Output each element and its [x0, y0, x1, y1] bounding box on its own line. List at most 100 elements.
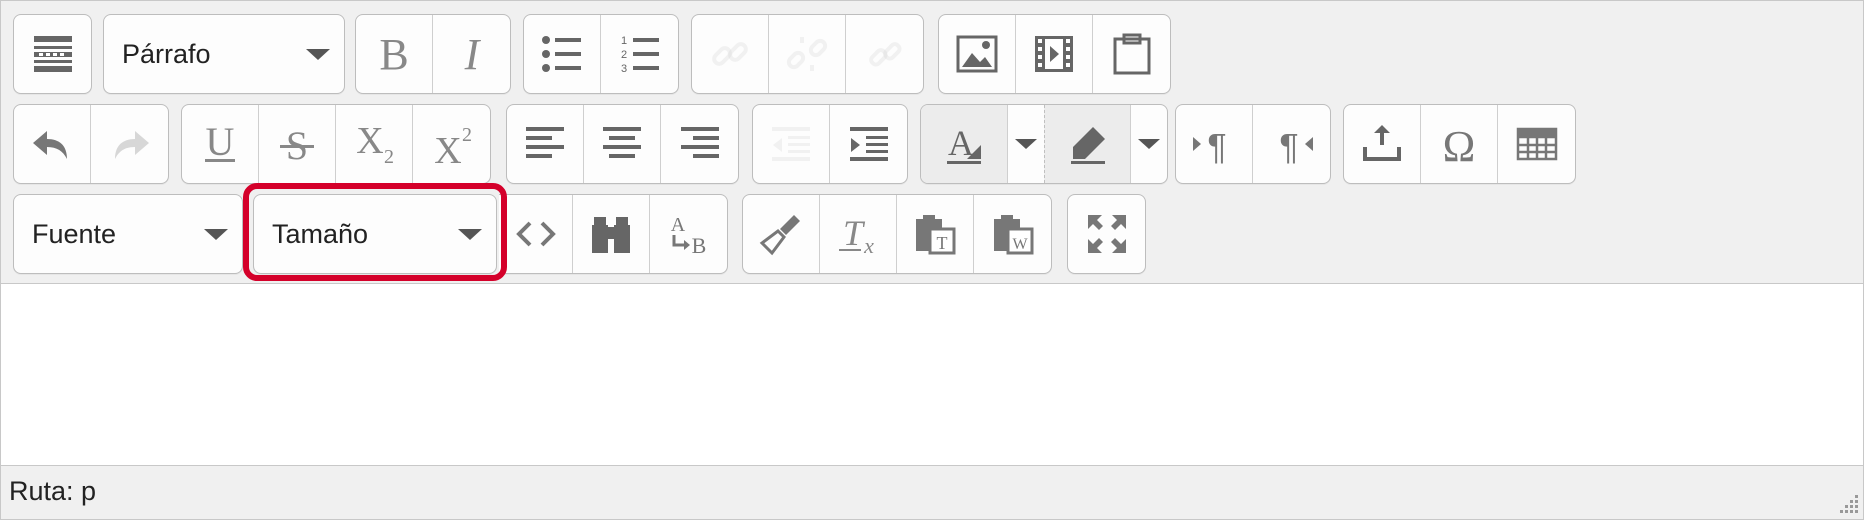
- link-icon: [712, 42, 748, 66]
- outdent-button[interactable]: [753, 105, 830, 183]
- toolbar-group-links: [691, 14, 924, 94]
- svg-text:3: 3: [621, 63, 627, 75]
- italic-button[interactable]: I: [433, 15, 510, 93]
- background-color-button[interactable]: [1044, 105, 1131, 183]
- align-right-icon: [680, 127, 719, 158]
- remove-format-button[interactable]: Tx: [820, 195, 897, 273]
- special-char-icon: Ω: [1443, 122, 1476, 167]
- svg-text:B: B: [379, 31, 408, 77]
- font-select[interactable]: Fuente: [13, 194, 243, 274]
- svg-text:¶: ¶: [1279, 126, 1298, 167]
- ltr-button[interactable]: ¶: [1176, 105, 1253, 183]
- numbered-list-icon: 1 2 3: [621, 35, 659, 75]
- link-button[interactable]: [692, 15, 769, 93]
- toolbar-group-insert: [938, 14, 1171, 94]
- paste-text-button[interactable]: T: [897, 195, 974, 273]
- unlink-button[interactable]: [769, 15, 846, 93]
- svg-text:x: x: [863, 233, 874, 257]
- editor-statusbar: Ruta: p: [1, 466, 1863, 519]
- numbered-list-button[interactable]: 1 2 3: [601, 15, 678, 93]
- toolbar-group-align: [506, 104, 739, 184]
- toolbar-group-indent: [752, 104, 908, 184]
- remove-format-icon: Tx: [839, 213, 874, 257]
- bullet-list-icon: [542, 36, 581, 72]
- italic-icon: I: [463, 31, 481, 77]
- svg-text:2: 2: [621, 49, 627, 61]
- code-button[interactable]: [499, 195, 573, 273]
- image-button[interactable]: [939, 15, 1016, 93]
- undo-button[interactable]: [14, 105, 91, 183]
- paste-button[interactable]: [1093, 15, 1170, 93]
- ltr-icon: ¶: [1193, 126, 1227, 167]
- underline-button[interactable]: U: [182, 105, 259, 183]
- svg-text:I: I: [463, 31, 481, 77]
- align-center-icon: [603, 127, 641, 158]
- format-select[interactable]: Párrafo: [103, 14, 345, 94]
- background-color-icon: [1070, 127, 1105, 164]
- bullet-list-button[interactable]: [524, 15, 601, 93]
- toggle-toolbar-button[interactable]: [14, 15, 91, 93]
- anchor-button[interactable]: [846, 15, 923, 93]
- toolbar-group-tools: AB: [499, 194, 728, 274]
- align-right-button[interactable]: [661, 105, 738, 183]
- media-button[interactable]: [1016, 15, 1093, 93]
- toolbar-group-direction: ¶ ¶: [1175, 104, 1331, 184]
- undo-icon: [33, 131, 67, 159]
- replace-icon: AB: [670, 214, 706, 257]
- special-char-button[interactable]: Ω: [1421, 105, 1498, 183]
- outdent-icon: [772, 127, 810, 161]
- svg-text:X: X: [356, 121, 383, 162]
- indent-icon: [849, 127, 888, 161]
- svg-text:¶: ¶: [1207, 126, 1226, 167]
- table-button[interactable]: [1498, 105, 1575, 183]
- text-color-button[interactable]: A: [921, 105, 1008, 183]
- toolbar-group-lists: 1 2 3: [523, 14, 679, 94]
- superscript-button[interactable]: X2: [413, 105, 490, 183]
- indent-button[interactable]: [830, 105, 907, 183]
- svg-text:1: 1: [621, 35, 627, 47]
- rtl-button[interactable]: ¶: [1253, 105, 1330, 183]
- toolbar-group-colors: A: [920, 104, 1168, 184]
- replace-button[interactable]: AB: [650, 195, 727, 273]
- toolbar-group-extras: Ω: [1343, 104, 1576, 184]
- toolbar-group-view: [1067, 194, 1146, 274]
- paste-word-button[interactable]: W: [974, 195, 1051, 273]
- align-center-button[interactable]: [584, 105, 661, 183]
- redo-button[interactable]: [91, 105, 168, 183]
- unlink-icon: [786, 37, 828, 71]
- code-icon: [515, 221, 556, 247]
- toolbar-group-style: B I: [355, 14, 511, 94]
- clean-button[interactable]: [743, 195, 820, 273]
- chevron-down-icon: [1138, 139, 1160, 149]
- svg-text:A: A: [670, 214, 685, 236]
- table-icon: [1516, 127, 1557, 161]
- find-button[interactable]: [573, 195, 650, 273]
- background-color-dropdown[interactable]: [1131, 105, 1167, 183]
- text-color-dropdown[interactable]: [1008, 105, 1044, 183]
- chevron-down-icon: [1015, 139, 1037, 149]
- align-left-button[interactable]: [507, 105, 584, 183]
- upload-button[interactable]: [1344, 105, 1421, 183]
- strikethrough-button[interactable]: S: [259, 105, 336, 183]
- subscript-button[interactable]: X2: [336, 105, 413, 183]
- anchor-icon: [868, 42, 902, 67]
- image-icon: [956, 35, 998, 73]
- svg-text:T: T: [937, 233, 948, 253]
- media-icon: [1035, 36, 1073, 72]
- svg-text:W: W: [1012, 236, 1028, 253]
- svg-text:Ω: Ω: [1443, 122, 1476, 167]
- rich-text-editor: Párrafo B I 1 2 3 U X 2 X 2 A ¶ ¶ Ω Fuente…: [0, 0, 1864, 520]
- clean-icon: [759, 215, 800, 256]
- fullscreen-button[interactable]: [1068, 195, 1145, 273]
- superscript-icon: X2: [434, 124, 472, 167]
- editor-content-area[interactable]: [1, 284, 1863, 466]
- svg-text:U: U: [206, 121, 235, 164]
- toolbar-group-cleanup: Tx T W: [742, 194, 1052, 274]
- chevron-down-icon: [204, 228, 228, 240]
- svg-text:2: 2: [462, 124, 472, 146]
- find-icon: [592, 217, 630, 253]
- bold-button[interactable]: B: [356, 15, 433, 93]
- resize-handle-icon[interactable]: [1835, 491, 1861, 517]
- rtl-icon: ¶: [1279, 126, 1313, 167]
- toolbar-group-toggle: [13, 14, 92, 94]
